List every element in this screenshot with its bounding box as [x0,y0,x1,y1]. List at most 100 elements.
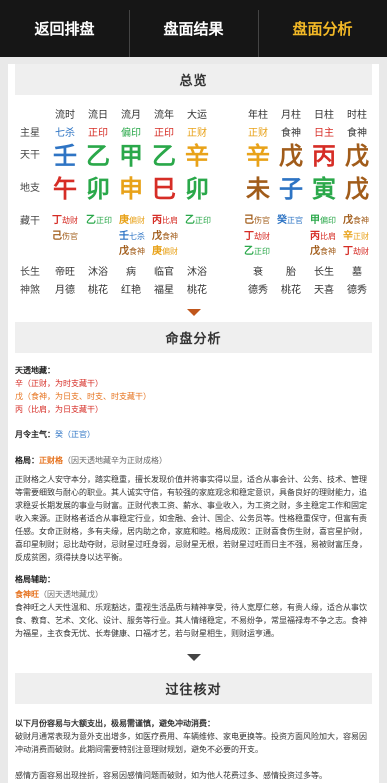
shensha-dayun: 桃花 [187,285,207,296]
changsheng-nianzhu: 衰 [253,267,263,278]
tianyuan-line-3: 丙（比肩，为日支藏干） [15,405,103,414]
dizhi-nianzhu: 未 [246,175,270,203]
huzhu-text: 食神旺之人天性温和、乐观豁达，重视生活品质与精神享受，待人宽厚仁慈，有贵人缘，适… [15,603,367,638]
changsheng-yuezhu: 胎 [286,267,296,278]
changsheng-dayun: 沐浴 [187,267,207,278]
canggan-liuyue-2: 壬七杀 [119,231,145,242]
dizhi-liuri: 卯 [86,175,110,203]
canggan-rizhu-2: 丙比肩 [310,231,336,242]
tiangan-liuri: 乙 [86,142,110,170]
row-label-dizhi: 地支 [20,183,40,194]
col-header-rizhu: 日柱 [314,110,334,121]
canggan-liunian-2: 戊食神 [152,231,178,242]
tianyuan-title: 天透地藏： [15,366,55,375]
tiangan-yuezhu: 戊 [279,142,303,170]
geju-value: 正财格 [39,456,63,465]
yueling-line: 月令主气：癸（正官） [15,428,371,441]
zhuxing-liunian: 正印 [154,128,174,139]
canggan-yuezhu-1: 癸正官 [277,215,303,226]
canggan-rizhu-3: 戊食神 [310,246,336,257]
shensha-rizhu: 天喜 [314,285,334,296]
overview-header: 总览 [15,64,372,95]
canggan-liunian-3: 庚偏财 [152,246,178,257]
shensha-liushi: 月德 [55,285,75,296]
zhuxing-liuri: 正印 [88,128,108,139]
row-label-zhuxing: 主星 [20,128,40,139]
tiangan-rizhu: 丙 [312,142,336,170]
dizhi-liuyue: 申 [119,175,143,203]
fortune-header: 过往核对 [15,673,372,704]
col-header-liushi: 流时 [55,110,75,121]
shensha-liuyue: 红艳 [121,285,141,296]
row-label-canggan: 藏干 [20,216,40,227]
canggan-nianzhu-3: 乙正印 [244,246,270,257]
canggan-liushi-2: 己伤官 [52,231,78,242]
tab-chart-result[interactable]: 盘面结果 [129,0,258,57]
zhuxing-nianzhu: 正财 [248,128,268,139]
shensha-liunian: 福星 [154,285,174,296]
tianyuan-line-1: 辛（正财，为时支藏干） [15,379,103,388]
geju-label: 格局： [15,456,39,465]
huzhu-line: 食神旺（因天透地藏戊） [15,588,371,601]
shensha-liuri: 桃花 [88,285,108,296]
geju-text: 正财格之人安守本分，踏实稳重，擅长发现价值并将事实得以显，适合从事会计、公务、技… [15,475,367,562]
dizhi-liunian: 巳 [152,175,176,203]
col-header-shizhu: 时柱 [347,110,367,121]
row-label-changsheng: 长生 [20,267,40,278]
canggan-rizhu-1: 甲偏印 [310,215,336,226]
fortune-lead: 以下月份容易与大额支出，极易需谨慎，避免冲动消费： [15,719,215,728]
zhuxing-liushi: 七杀 [55,128,75,139]
tiangan-dayun: 辛 [185,142,209,170]
row-label-tiangan: 天干 [20,150,40,161]
tab-back-to-chart[interactable]: 返回排盘 [0,0,129,57]
col-header-liuyue: 流月 [121,110,141,121]
top-nav-bar: 返回排盘 盘面结果 盘面分析 [0,0,387,57]
canggan-liuyue-1: 庚偏财 [119,215,145,226]
geju-line: 格局：正财格（因天透地藏辛为正财成格） [15,454,371,467]
dizhi-liushi: 午 [53,175,77,203]
geju-note: （因天透地藏辛为正财成格） [63,456,167,465]
tab-chart-analysis[interactable]: 盘面分析 [258,0,387,57]
zhuxing-yuezhu: 食神 [281,128,301,139]
col-header-yuezhu: 月柱 [281,110,301,121]
changsheng-rizhu: 长生 [314,267,334,278]
expand-analysis-arrow-icon[interactable] [187,654,201,661]
canggan-nianzhu-1: 己伤官 [244,215,270,226]
tianyuan-block: 天透地藏： 辛（正财，为时支藏干） 戊（食神，为日支、时支、时支藏干） 丙（比肩… [15,364,371,416]
canggan-shizhu-1: 戊食神 [343,215,369,226]
zhuxing-shizhu: 食神 [347,128,367,139]
row-label-shensha: 神煞 [20,285,40,296]
tianyuan-line-2: 戊（食神，为日支、时支、时支藏干） [15,392,151,401]
huzhu-label: 格局辅助： [15,575,55,584]
changsheng-liunian: 临官 [154,267,174,278]
shensha-nianzhu: 德秀 [248,285,268,296]
dizhi-yuezhu: 子 [279,175,303,203]
yueling-value: 癸（正官） [55,430,95,439]
tiangan-nianzhu: 辛 [246,142,270,170]
yueling-label: 月令主气： [15,430,55,439]
analysis-header: 命盘分析 [15,322,372,353]
canggan-shizhu-3: 丁劫财 [343,246,369,257]
dizhi-dayun: 卯 [185,175,209,203]
canggan-liushi-1: 丁劫财 [52,215,78,226]
col-header-liunian: 流年 [154,110,174,121]
canggan-liuri-1: 乙正印 [86,215,112,226]
canggan-liunian-1: 丙比肩 [152,215,178,226]
canggan-dayun-1: 乙正印 [185,215,211,226]
zhuxing-dayun: 正财 [187,128,207,139]
shensha-shizhu: 德秀 [347,285,367,296]
expand-overview-arrow-icon[interactable] [187,309,201,316]
zhuxing-rizhu: 日主 [314,128,334,139]
zhuxing-liuyue: 偏印 [121,128,141,139]
col-header-nianzhu: 年柱 [248,110,268,121]
fortune-para-1: 破财月通常表现为意外支出增多，如医疗费用、车辆维修、家电更换等。投资方面风险加大… [15,732,367,754]
tiangan-liuyue: 甲 [119,142,143,170]
fortune-para-2: 感情方面容易出现挫折，容易因感情问题而破财，如为他人花费过多、感情投资过多等。 [15,771,327,780]
dizhi-rizhu: 寅 [312,175,336,203]
dizhi-shizhu: 戊 [345,175,369,203]
changsheng-liushi: 帝旺 [55,267,75,278]
canggan-nianzhu-2: 丁劫财 [244,231,270,242]
tiangan-shizhu: 戊 [345,142,369,170]
changsheng-shizhu: 墓 [352,267,362,278]
shensha-yuezhu: 桃花 [281,285,301,296]
